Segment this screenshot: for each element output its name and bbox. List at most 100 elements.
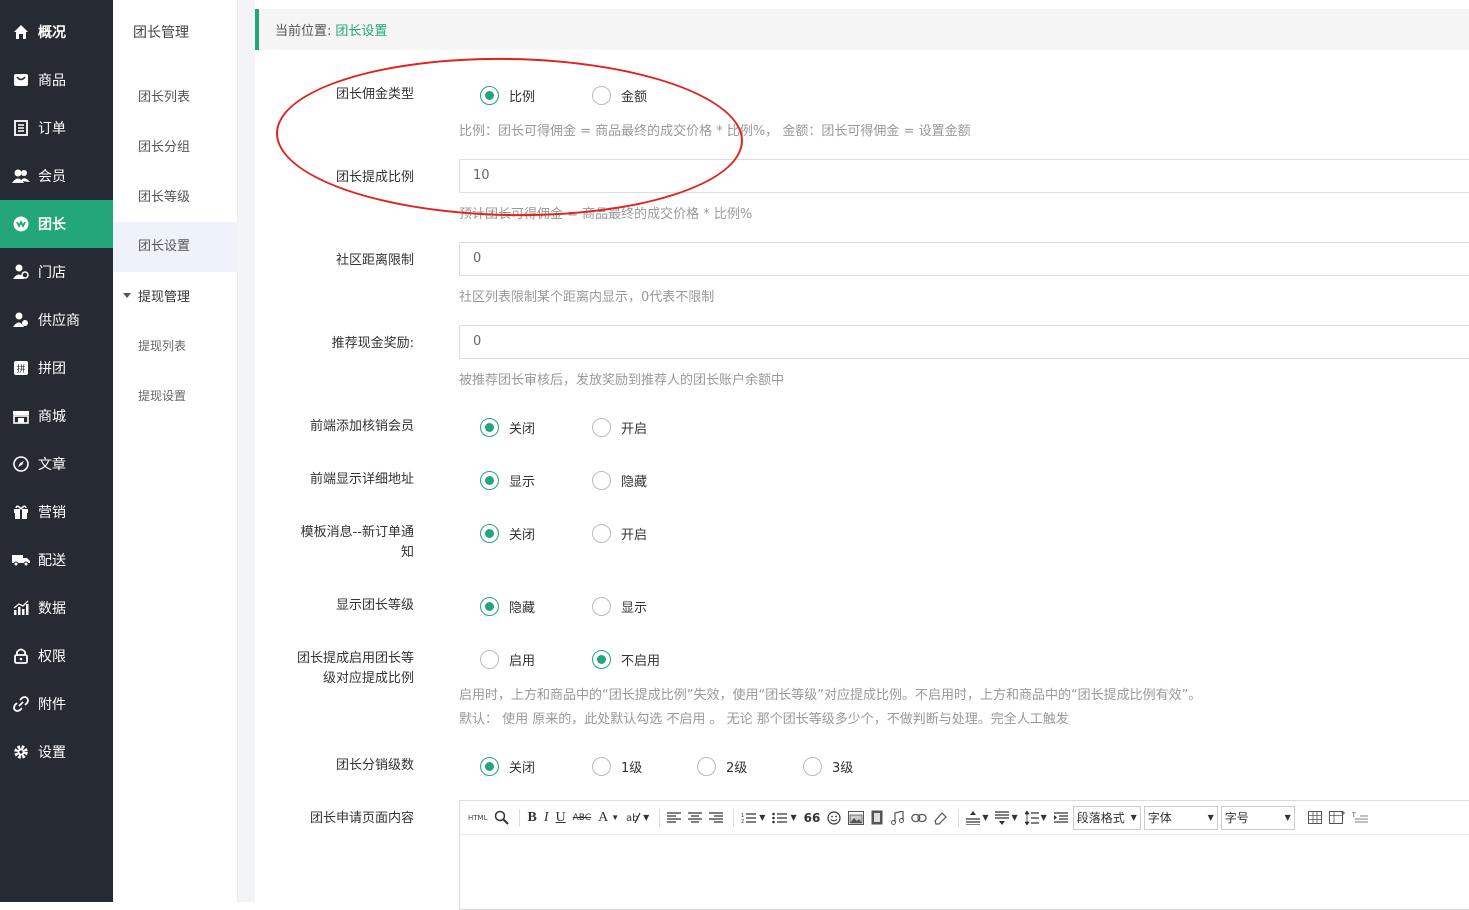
breadcrumb: 当前位置: 团长设置 [255, 9, 1469, 50]
font-size-select[interactable]: 字号 ▼ [1220, 805, 1295, 830]
frontend-address-show-radio[interactable]: 显示 [480, 471, 535, 490]
subnav-item-leader-level[interactable]: 团长等级 [113, 186, 238, 205]
referral-reward-input[interactable]: 0 [459, 325, 1469, 359]
image-icon[interactable] [846, 807, 866, 829]
align-left-icon[interactable] [665, 807, 683, 829]
frontend-address-hide-radio[interactable]: 隐藏 [592, 471, 647, 490]
subnav-item-leader-settings[interactable]: 团长设置 [113, 222, 238, 272]
nav-label: 概况 [38, 25, 66, 41]
link-icon[interactable] [909, 807, 929, 829]
strikethrough-icon[interactable]: ABC [571, 807, 593, 829]
font-color-icon[interactable]: A ▼ [596, 807, 621, 829]
nav-item-member[interactable]: 会员 [0, 152, 113, 200]
svg-text:拼: 拼 [16, 363, 25, 375]
table-icon[interactable] [1306, 807, 1324, 829]
nav-label: 附件 [38, 697, 66, 713]
nav-item-article[interactable]: 文章 [0, 440, 113, 488]
music-icon[interactable] [888, 807, 906, 829]
truck-icon [0, 553, 38, 567]
paragraph-format-select[interactable]: 段落格式 ▼ [1072, 805, 1141, 830]
apply-content-label: 团长申请页面内容 [309, 811, 414, 826]
line-height-icon[interactable]: ▼ [1023, 807, 1049, 829]
nav-item-leader[interactable]: 团长 [0, 200, 113, 248]
nav-item-delivery[interactable]: 配送 [0, 536, 113, 584]
editor-toolbar: HTML B I U ABC A ▼ ab ▼ 1 2 ▼ ▼ 66 ▼ ▼ ▼ 段落格… [460, 801, 1469, 835]
font-family-select[interactable]: 字体 ▼ [1143, 805, 1218, 830]
radio-label: 1级 [621, 761, 643, 776]
subnav-item-withdraw-settings[interactable]: 提现设置 [113, 387, 238, 404]
nav-label: 数据 [38, 601, 66, 617]
template-msg-on-radio[interactable]: 开启 [592, 524, 647, 543]
frontend-verify-off-radio[interactable]: 关闭 [480, 418, 535, 437]
highlight-icon[interactable]: ab ▼ [624, 807, 651, 829]
commission-type-amount-radio[interactable]: 金额 [592, 86, 647, 105]
align-center-icon[interactable] [686, 807, 704, 829]
paragraph-spacing-bottom-icon[interactable]: ▼ [993, 807, 1019, 829]
radio-label: 金额 [621, 90, 648, 105]
radio-label: 显示 [509, 475, 536, 490]
nav-label: 会员 [38, 169, 66, 185]
nav-item-settings[interactable]: 设置 [0, 728, 113, 776]
select-value: 字体 [1147, 811, 1172, 825]
subnav-item-leader-group[interactable]: 团长分组 [113, 136, 238, 155]
distance-limit-label: 社区距离限制 [335, 253, 414, 268]
radio-label: 3级 [832, 761, 854, 776]
ordered-list-icon[interactable]: 1 2 ▼ [739, 807, 767, 829]
unordered-list-icon[interactable]: ▼ [770, 807, 798, 829]
nav-item-groupbuy[interactable]: 拼 拼团 [0, 344, 113, 392]
distribution-level-off-radio[interactable]: 关闭 [480, 757, 535, 776]
order-icon [0, 120, 38, 136]
nav-item-order[interactable]: 订单 [0, 104, 113, 152]
html-source-button[interactable]: HTML [466, 807, 489, 829]
level-rate-enable-radio[interactable]: 启用 [480, 650, 535, 669]
radio-unchecked-icon [592, 86, 611, 105]
underline-icon[interactable]: U [554, 807, 568, 829]
bold-icon[interactable]: B [525, 807, 538, 829]
video-icon[interactable] [869, 807, 885, 829]
caret-down-icon [123, 293, 131, 298]
commission-rate-input[interactable]: 10 [459, 159, 1469, 193]
nav-item-overview[interactable]: 概况 [0, 8, 113, 56]
commission-type-ratio-radio[interactable]: 比例 [480, 86, 535, 105]
italic-icon[interactable]: I [542, 807, 551, 829]
store-icon [0, 264, 38, 280]
breadcrumb-current[interactable]: 团长设置 [335, 20, 387, 39]
nav-item-marketing[interactable]: 营销 [0, 488, 113, 536]
show-level-show-radio[interactable]: 显示 [592, 597, 647, 616]
paragraph-spacing-icon[interactable]: ▼ [964, 807, 990, 829]
nav-item-mall[interactable]: 商城 [0, 392, 113, 440]
nav-item-data[interactable]: 数据 [0, 584, 113, 632]
align-right-icon[interactable] [707, 807, 725, 829]
rich-text-editor[interactable]: HTML B I U ABC A ▼ ab ▼ 1 2 ▼ ▼ 66 ▼ ▼ ▼ 段落格… [459, 800, 1469, 910]
nav-item-goods[interactable]: 商品 [0, 56, 113, 104]
distance-limit-input[interactable]: 0 [459, 242, 1469, 276]
gear-icon [0, 744, 38, 760]
radio-unchecked-icon [592, 757, 611, 776]
subnav-item-withdraw-list[interactable]: 提现列表 [113, 337, 238, 354]
distribution-level-2-radio[interactable]: 2级 [697, 757, 747, 776]
subnav-group-withdraw[interactable]: 提现管理 [113, 286, 238, 305]
nav-item-store[interactable]: 门店 [0, 248, 113, 296]
show-level-hide-radio[interactable]: 隐藏 [480, 597, 535, 616]
subnav-item-leader-list[interactable]: 团长列表 [113, 86, 238, 105]
insert-title-icon[interactable]: T [1350, 807, 1370, 829]
gift-icon [0, 504, 38, 520]
radio-label: 不启用 [621, 654, 661, 669]
radio-checked-icon [480, 471, 499, 490]
nav-item-attachment[interactable]: 附件 [0, 680, 113, 728]
nav-item-permission[interactable]: 权限 [0, 632, 113, 680]
template-msg-off-radio[interactable]: 关闭 [480, 524, 535, 543]
distribution-level-3-radio[interactable]: 3级 [803, 757, 853, 776]
distribution-level-1-radio[interactable]: 1级 [592, 757, 642, 776]
nav-label: 设置 [38, 745, 66, 761]
search-icon[interactable] [492, 807, 511, 829]
indent-icon[interactable] [1052, 807, 1070, 829]
emoji-icon[interactable] [825, 807, 843, 829]
quote-icon[interactable]: 66 [802, 807, 823, 829]
level-rate-disable-radio[interactable]: 不启用 [592, 650, 660, 669]
nav-item-supplier[interactable]: 供应商 [0, 296, 113, 344]
insert-table-icon[interactable] [1327, 807, 1347, 829]
mall-icon [0, 408, 38, 424]
eraser-icon[interactable] [932, 807, 950, 829]
frontend-verify-on-radio[interactable]: 开启 [592, 418, 647, 437]
